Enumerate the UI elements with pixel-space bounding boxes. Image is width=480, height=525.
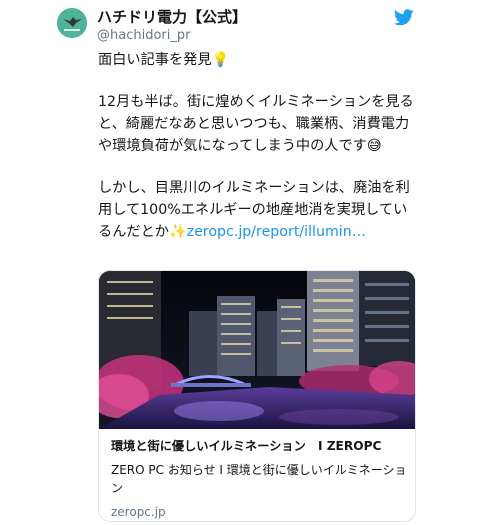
card-text: 環境と街に優しいイルミネーション I ZEROPC ZERO PC お知らせ I… [111,437,411,519]
sweat-smile-icon: 😅 [366,138,382,154]
tweet-paragraph: しかし、目黒川のイルミネーションは、廃油を利用して100%エネルギーの地産地消を… [98,177,418,243]
card-title: 環境と街に優しいイルミネーション I ZEROPC [111,439,382,453]
article-link[interactable]: zeropc.jp/report/illumin… [187,224,366,240]
hummingbird-logo-icon [57,8,87,38]
twitter-bird-icon[interactable] [394,9,414,26]
sparkles-icon: ✨ [168,224,187,240]
author-handle[interactable]: @hachidori_pr [97,28,190,44]
tweet-paragraph: 12月も半ば。街に煌めくイルミネーションを見ると、綺麗だなあと思いつつも、職業柄… [98,91,418,157]
lightbulb-icon: 💡 [211,52,230,68]
tweet: ハチドリ電力【公式】 @hachidori_pr 面白い記事を発見💡 12月も半… [0,0,480,525]
illumination-photo [99,271,415,429]
tweet-text: 面白い記事を発見 [98,52,212,68]
tweet-body: 面白い記事を発見💡 12月も半ば。街に煌めくイルミネーションを見ると、綺麗だなあ… [98,49,418,243]
card-domain: zeropc.jp [111,505,166,519]
tweet-paragraph: 面白い記事を発見💡 [98,49,418,71]
author-name[interactable]: ハチドリ電力【公式】 [97,8,247,26]
link-card[interactable]: 環境と街に優しいイルミネーション I ZEROPC ZERO PC お知らせ I… [98,270,416,522]
avatar[interactable] [57,8,87,38]
card-description: ZERO PC お知らせ I 環境と街に優しいイルミネーション [111,463,407,495]
